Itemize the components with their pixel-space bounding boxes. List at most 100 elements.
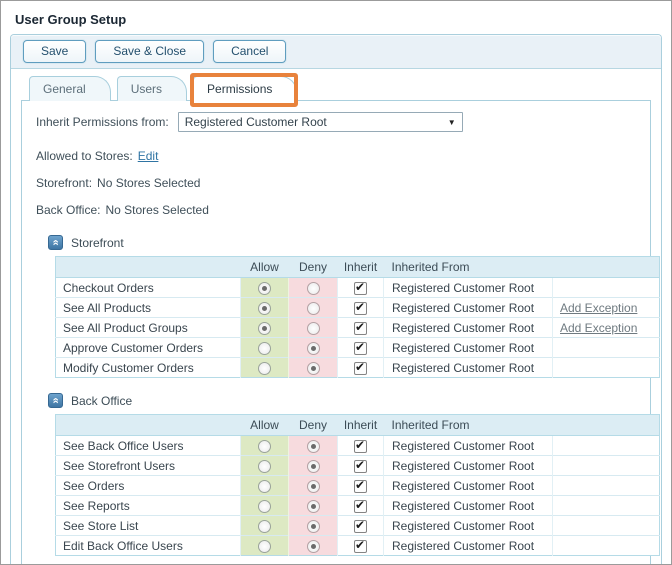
allow-column-header: Allow	[240, 256, 289, 278]
deny-radio[interactable]	[306, 341, 320, 355]
add-exception-link[interactable]: Add Exception	[560, 321, 637, 335]
permission-column-header	[55, 256, 241, 278]
deny-radio[interactable]	[306, 361, 320, 375]
permission-row: See All Products Registered Customer Roo…	[55, 297, 660, 318]
toolbar: Save Save & Close Cancel	[11, 35, 661, 69]
allow-radio[interactable]	[258, 479, 271, 493]
tab-permissions[interactable]: Permissions	[190, 73, 299, 107]
inherit-permissions-selected-value: Registered Customer Root	[184, 115, 327, 129]
collapse-icon[interactable]: «	[48, 235, 63, 250]
permission-column-header	[55, 414, 241, 436]
permission-label: See Back Office Users	[55, 435, 241, 456]
inherit-checkbox[interactable]	[354, 280, 367, 295]
user-group-setup-window: User Group Setup Save Save & Close Cance…	[0, 0, 672, 565]
inherit-permissions-select[interactable]: Registered Customer Root ▼	[177, 112, 463, 132]
tab-users-label: Users	[130, 82, 163, 96]
deny-radio[interactable]	[306, 499, 320, 513]
inherit-column-header: Inherit	[337, 414, 384, 436]
inherit-checkbox[interactable]	[354, 320, 367, 335]
deny-radio[interactable]	[306, 439, 320, 453]
permissions-table: Allow Deny Inherit Inherited From See Ba…	[55, 414, 660, 556]
cancel-button[interactable]: Cancel	[213, 40, 287, 63]
tab-strip: General Users Permissions	[11, 69, 661, 107]
permission-sections: « Storefront Allow Deny Inherit Inherite…	[34, 235, 660, 556]
exception-column-header	[552, 256, 660, 278]
deny-column-header: Deny	[288, 414, 338, 436]
section-title: Back Office	[71, 393, 133, 408]
deny-radio[interactable]	[306, 281, 320, 295]
tab-permissions-label: Permissions	[207, 82, 273, 96]
inherited-from-value: Registered Customer Root	[383, 357, 553, 378]
permission-row: Approve Customer Orders Registered Custo…	[55, 337, 660, 358]
inherit-column-header: Inherit	[337, 256, 384, 278]
inherit-checkbox[interactable]	[354, 498, 367, 513]
allow-radio[interactable]	[258, 361, 271, 375]
allow-radio[interactable]	[258, 321, 271, 335]
permission-row: See All Product Groups Registered Custom…	[55, 317, 660, 338]
inherited-from-value: Registered Customer Root	[383, 337, 553, 358]
add-exception-link[interactable]: Add Exception	[560, 301, 637, 315]
storefront-stores-label: Storefront:	[36, 176, 93, 190]
inherit-permissions-line: Inherit Permissions from: Registered Cus…	[36, 112, 638, 132]
permission-row: Modify Customer Orders Registered Custom…	[55, 357, 660, 378]
permissions-tab-panel: Inherit Permissions from: Registered Cus…	[21, 100, 660, 564]
allow-radio[interactable]	[258, 459, 271, 473]
exception-column-header	[552, 414, 660, 436]
permission-label: Modify Customer Orders	[55, 357, 241, 378]
allow-radio[interactable]	[258, 341, 271, 355]
permission-label: See Store List	[55, 515, 241, 536]
inherit-checkbox[interactable]	[354, 538, 367, 553]
tab-users[interactable]: Users	[116, 76, 188, 101]
deny-radio[interactable]	[306, 539, 320, 553]
permission-row: See Storefront Users Registered Customer…	[55, 455, 660, 476]
inherited-from-value: Registered Customer Root	[383, 317, 553, 338]
permission-label: Approve Customer Orders	[55, 337, 241, 358]
inherit-checkbox[interactable]	[354, 518, 367, 533]
allow-column-header: Allow	[240, 414, 289, 436]
deny-radio[interactable]	[306, 321, 320, 335]
permission-label: Checkout Orders	[55, 277, 241, 298]
permission-label: See Reports	[55, 495, 241, 516]
back-office-stores-line: Back Office: No Stores Selected	[36, 200, 638, 220]
tab-general[interactable]: General	[29, 76, 111, 101]
permission-row: See Reports Registered Customer Root	[55, 495, 660, 516]
permissions-section: « Storefront Allow Deny Inherit Inherite…	[34, 235, 660, 378]
save-and-close-button[interactable]: Save & Close	[95, 40, 205, 63]
inherited-from-value: Registered Customer Root	[383, 475, 553, 496]
inherit-checkbox[interactable]	[354, 340, 367, 355]
edit-stores-link[interactable]: Edit	[138, 149, 159, 163]
allow-radio[interactable]	[258, 281, 271, 295]
inherited-from-value: Registered Customer Root	[383, 515, 553, 536]
back-office-stores-label: Back Office:	[36, 203, 101, 217]
dropdown-arrow-icon: ▼	[447, 117, 456, 127]
allowed-to-stores-line: Allowed to Stores: Edit	[36, 146, 638, 166]
inherit-checkbox[interactable]	[354, 478, 367, 493]
permission-label: See Orders	[55, 475, 241, 496]
double-chevron-up-glyph: «	[50, 238, 62, 246]
allow-radio[interactable]	[258, 301, 271, 315]
inherit-permissions-label: Inherit Permissions from:	[36, 115, 169, 129]
permission-label: See All Products	[55, 297, 241, 318]
allow-radio[interactable]	[258, 499, 271, 513]
save-button[interactable]: Save	[23, 40, 87, 63]
inherited-from-value: Registered Customer Root	[383, 495, 553, 516]
tab-general-label: General	[43, 82, 86, 96]
table-header-row: Allow Deny Inherit Inherited From	[55, 414, 660, 436]
section-header: « Back Office	[48, 393, 638, 408]
allow-radio[interactable]	[258, 539, 271, 553]
deny-radio[interactable]	[306, 459, 320, 473]
inherit-checkbox[interactable]	[354, 458, 367, 473]
permission-label: See All Product Groups	[55, 317, 241, 338]
inherited-from-value: Registered Customer Root	[383, 297, 553, 318]
inherit-checkbox[interactable]	[354, 300, 367, 315]
allow-radio[interactable]	[258, 519, 271, 533]
deny-radio[interactable]	[306, 519, 320, 533]
inherit-checkbox[interactable]	[354, 438, 367, 453]
permissions-section: « Back Office Allow Deny Inherit Inherit…	[34, 393, 660, 556]
collapse-icon[interactable]: «	[48, 393, 63, 408]
allow-radio[interactable]	[258, 439, 271, 453]
inherit-checkbox[interactable]	[354, 360, 367, 375]
section-header: « Storefront	[48, 235, 638, 250]
deny-radio[interactable]	[306, 479, 320, 493]
deny-radio[interactable]	[306, 301, 320, 315]
